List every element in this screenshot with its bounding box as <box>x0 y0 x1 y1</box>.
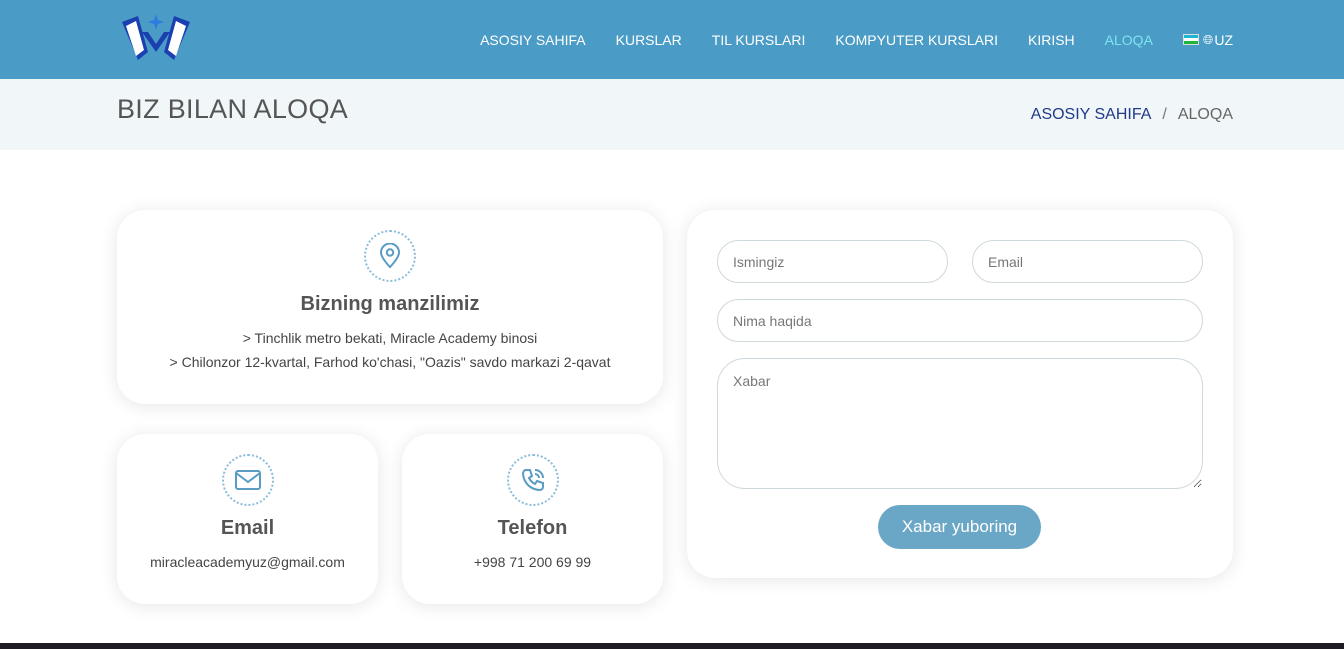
nav-item-home[interactable]: ASOSIY SAHIFA <box>480 32 586 48</box>
breadcrumb-home-link[interactable]: ASOSIY SAHIFA <box>1031 106 1152 124</box>
message-textarea[interactable] <box>717 358 1203 489</box>
phone-number[interactable]: +998 71 200 69 99 <box>402 554 663 570</box>
uz-flag-icon <box>1182 34 1199 45</box>
nav-item-computer-courses[interactable]: KOMPYUTER KURSLARI <box>835 32 998 48</box>
address-line-2: > Chilonzor 12-kvartal, Farhod ko'chasi,… <box>169 354 611 370</box>
main-nav: ASOSIY SAHIFA KURSLAR TIL KURSLARI KOMPY… <box>450 0 1233 79</box>
envelope-icon <box>221 454 274 506</box>
academy-logo-icon[interactable] <box>118 12 194 64</box>
nav-item-language-courses[interactable]: TIL KURSLARI <box>712 32 806 48</box>
phone-card: Telefon +998 71 200 69 99 <box>402 434 663 604</box>
email-title: Email <box>220 517 275 539</box>
breadcrumb-current: ALOQA <box>1177 106 1233 123</box>
breadcrumb-separator: / <box>1162 106 1167 123</box>
top-navbar: ASOSIY SAHIFA KURSLAR TIL KURSLARI KOMPY… <box>0 0 1344 79</box>
nav-item-login[interactable]: KIRISH <box>1028 32 1075 48</box>
page-title: BIZ BILAN ALOQA <box>117 94 349 124</box>
map-pin-icon <box>364 230 416 282</box>
address-card: Bizning manzilimiz > Tinchlik metro beka… <box>117 210 663 404</box>
contact-form: Xabar yuboring <box>687 210 1233 578</box>
address-line-1: > Tinchlik metro bekati, Miracle Academy… <box>242 330 538 346</box>
nav-item-contact[interactable]: ALOQA <box>1105 32 1153 48</box>
globe-icon: 🌐︎ <box>1202 31 1214 47</box>
name-input[interactable] <box>717 240 948 283</box>
email-address[interactable]: miracleacademyuz@gmail.com <box>117 554 378 570</box>
email-card: Email miracleacademyuz@gmail.com <box>117 434 378 604</box>
language-switcher[interactable]: 🌐︎ UZ <box>1182 31 1233 48</box>
send-message-button[interactable]: Xabar yuboring <box>878 505 1041 549</box>
email-input[interactable] <box>972 240 1203 283</box>
taskbar-strip <box>0 643 1344 649</box>
nav-item-courses[interactable]: KURSLAR <box>616 32 682 48</box>
address-title: Bizning manzilimiz <box>300 293 480 315</box>
language-code: UZ <box>1214 31 1233 48</box>
phone-title: Telefon <box>497 517 568 539</box>
breadcrumb: ASOSIY SAHIFA / ALOQA <box>1031 106 1233 124</box>
subject-input[interactable] <box>717 299 1203 342</box>
phone-icon <box>506 454 559 506</box>
